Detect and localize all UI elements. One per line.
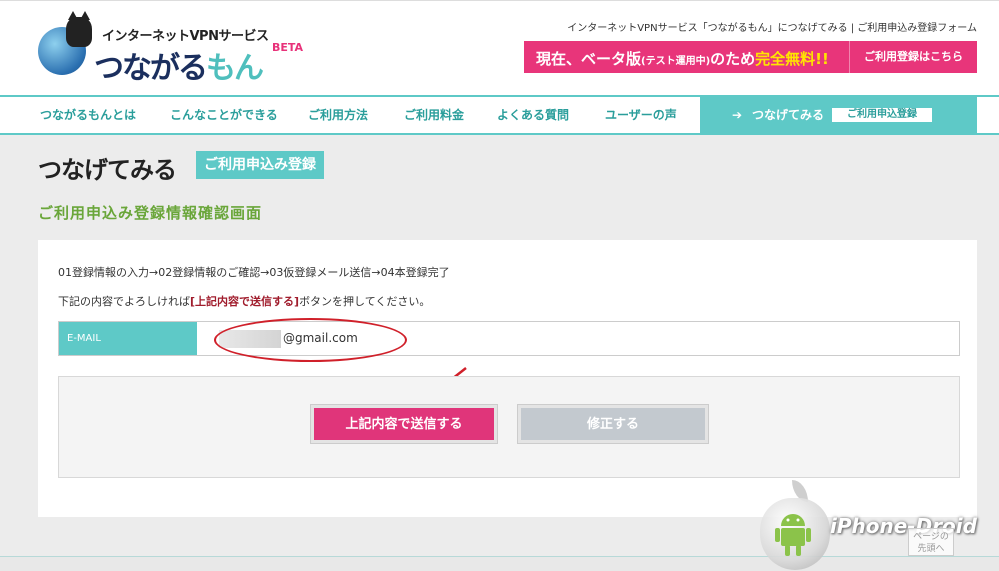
logo-wordmark-b: もん <box>206 51 264 86</box>
registration-steps: 01登録情報の入力→02登録情報のご確認→03仮登録メール送信→04本登録完了 <box>58 266 450 279</box>
watermark-text: iPhone-Droid <box>830 514 977 538</box>
banner-text-free: 完全無料!! <box>755 50 829 68</box>
instruction-b: [上記内容で送信する] <box>190 295 300 308</box>
button-area: 上記内容で送信する 修正する <box>58 376 960 478</box>
nav-item-faq[interactable]: よくある質問 <box>497 97 569 133</box>
free-beta-banner: 現在、ベータ版(テスト運用中)のため完全無料!! ご利用登録はこちら <box>524 41 977 73</box>
cat-mascot-icon <box>66 11 92 47</box>
android-robot-icon <box>775 514 811 556</box>
instruction-text: 下記の内容でよろしければ[上記内容で送信する]ボタンを押してください。 <box>58 293 430 309</box>
nav-cta-tag: ご利用申込登録 <box>832 108 932 122</box>
annotation-ellipse <box>214 318 407 362</box>
page-subtitle: ご利用申込み登録情報確認画面 <box>38 204 263 222</box>
watermark: iPhone-Droid ページの先頭へ <box>752 478 999 571</box>
nav-item-usage[interactable]: ご利用方法 <box>308 97 368 133</box>
instruction-a: 下記の内容でよろしければ <box>58 295 190 308</box>
site-header: インターネットVPNサービス つながるもん BETA インターネットVPNサービ… <box>0 0 999 95</box>
main-nav: つながるもんとは こんなことができる ご利用方法 ご利用料金 よくある質問 ユー… <box>0 95 999 135</box>
logo-wordmark: つながるもん <box>94 43 264 87</box>
banner-text-small: (テスト運用中) <box>641 56 711 67</box>
register-link[interactable]: ご利用登録はこちら <box>849 41 977 73</box>
nav-cta-label: つなげてみる <box>752 108 825 122</box>
page-title: つなげてみる <box>38 156 177 184</box>
logo-wordmark-a: つながる <box>94 51 208 86</box>
beta-badge: BETA <box>272 41 304 54</box>
email-label: E-MAIL <box>59 322 197 355</box>
confirmation-panel: 01登録情報の入力→02登録情報のご確認→03仮登録メール送信→04本登録完了 … <box>38 240 977 517</box>
submit-button[interactable]: 上記内容で送信する <box>310 404 498 444</box>
edit-button[interactable]: 修正する <box>517 404 709 444</box>
banner-text-a: 現在、ベータ版 <box>536 50 642 68</box>
page-badge: ご利用申込み登録 <box>196 151 324 179</box>
email-row: E-MAIL @gmail.com <box>58 318 960 362</box>
back-to-top-button[interactable]: ページの先頭へ <box>908 528 954 556</box>
nav-item-testimonials[interactable]: ユーザーの声 <box>605 97 677 133</box>
banner-text-b: のため <box>710 50 756 68</box>
instruction-c: ボタンを押してください。 <box>299 295 431 308</box>
nav-item-pricing[interactable]: ご利用料金 <box>404 97 464 133</box>
arrow-right-icon: ➔ <box>732 108 743 122</box>
site-logo[interactable]: インターネットVPNサービス つながるもん BETA <box>38 11 318 86</box>
nav-cta-connect[interactable]: ➔ つなげてみる ご利用申込登録 <box>700 97 977 133</box>
header-breadcrumb: インターネットVPNサービス「つながるもん」につなげてみる | ご利用申込み登録… <box>567 23 977 34</box>
logo-subtitle: インターネットVPNサービス <box>102 29 269 44</box>
banner-message: 現在、ベータ版(テスト運用中)のため完全無料!! <box>536 48 829 69</box>
nav-item-about[interactable]: つながるもんとは <box>40 97 136 133</box>
nav-item-features[interactable]: こんなことができる <box>170 97 278 133</box>
